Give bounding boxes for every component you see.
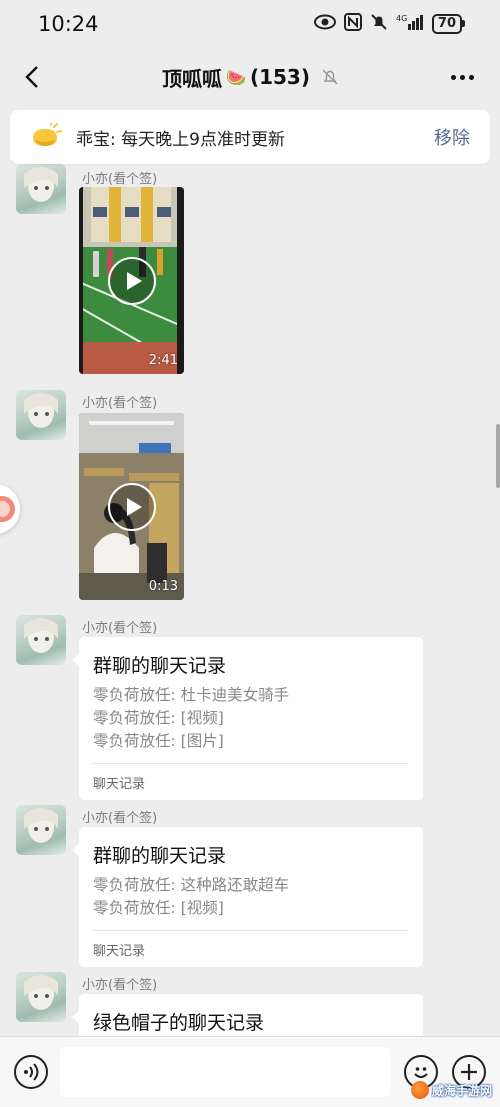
floating-widget[interactable] — [0, 484, 20, 534]
announcement-icon — [33, 123, 62, 146]
watermark-logo-icon — [410, 1081, 429, 1099]
video-duration: 2:41 — [148, 353, 178, 368]
avatar[interactable] — [16, 164, 66, 214]
nfc-icon — [343, 13, 362, 35]
status-icons: 4G 70 — [313, 13, 466, 35]
input-bar: 威海手游网 — [0, 1036, 500, 1107]
record-title: 群聊的聊天记录 — [93, 845, 227, 867]
video-message[interactable]: 2:41 — [79, 187, 184, 374]
network-label: 4G — [396, 14, 407, 23]
member-count: (153) — [249, 65, 310, 89]
battery-indicator: 70 — [431, 14, 466, 34]
record-line: 零负荷放任: [视频] — [93, 899, 224, 917]
video-message[interactable]: 0:13 — [79, 413, 184, 600]
chat-title: 顶呱呱 🍉 (153) — [162, 63, 338, 92]
sender-name: 小亦(看个签) — [82, 978, 158, 993]
more-dot-icon — [450, 74, 456, 80]
watermark: 威海手游网 — [410, 1081, 492, 1099]
record-title: 群聊的聊天记录 — [93, 655, 227, 677]
record-line: 零负荷放任: 这种路还敢超车 — [93, 876, 290, 894]
record-footer: 聊天记录 — [93, 763, 409, 800]
avatar[interactable] — [16, 805, 66, 855]
sender-name: 小亦(看个签) — [82, 172, 158, 187]
plus-icon — [461, 1064, 477, 1080]
chat-record-card[interactable]: 群聊的聊天记录 零负荷放任: 这种路还敢超车 零负荷放任: [视频] 聊天记录 — [72, 827, 423, 967]
play-icon — [108, 257, 156, 305]
status-bar: 10:24 4G 70 — [0, 0, 500, 48]
video-duration: 0:13 — [148, 579, 178, 594]
eye-icon — [313, 14, 336, 34]
record-line: 零负荷放任: 杜卡迪美女骑手 — [93, 686, 290, 704]
sender-name: 小亦(看个签) — [82, 621, 158, 636]
avatar[interactable] — [16, 390, 66, 440]
watermelon-emoji: 🍉 — [226, 67, 246, 87]
avatar[interactable] — [16, 615, 66, 665]
smiley-icon — [414, 1067, 428, 1078]
chat-header: 顶呱呱 🍉 (153) — [0, 50, 500, 104]
record-footer: 聊天记录 — [93, 930, 409, 967]
more-dot-icon — [459, 74, 465, 80]
chat-record-card[interactable]: 群聊的聊天记录 零负荷放任: 杜卡迪美女骑手 零负荷放任: [视频] 零负荷放任… — [72, 637, 423, 800]
record-line: 零负荷放任: [视频] — [93, 709, 224, 727]
mute-bell-icon — [370, 13, 388, 35]
group-name: 顶呱呱 — [162, 66, 223, 91]
voice-icon — [24, 1063, 39, 1081]
more-options-button[interactable] — [444, 62, 480, 92]
message-input[interactable] — [60, 1047, 390, 1097]
notice-text: 乖宝: 每天晚上9点准时更新 — [76, 129, 285, 150]
pinned-notice[interactable]: 乖宝: 每天晚上9点准时更新 移除 — [10, 110, 490, 164]
signal-icon: 4G — [396, 13, 424, 35]
remove-notice-button[interactable]: 移除 — [434, 124, 470, 150]
play-icon — [108, 483, 156, 531]
sender-name: 小亦(看个签) — [82, 396, 158, 411]
voice-input-button[interactable] — [14, 1055, 48, 1089]
more-dot-icon — [468, 74, 474, 80]
sender-name: 小亦(看个签) — [82, 811, 158, 826]
scrollbar[interactable] — [496, 424, 500, 488]
floating-avatar-icon — [0, 496, 15, 522]
mute-icon — [322, 69, 338, 85]
back-button[interactable] — [14, 58, 50, 96]
record-title: 绿色帽子的聊天记录 — [93, 1012, 265, 1034]
back-arrow-icon — [25, 66, 38, 88]
status-time: 10:24 — [38, 12, 99, 36]
record-line: 零负荷放任: [图片] — [93, 732, 224, 750]
watermark-text: 威海手游网 — [431, 1083, 492, 1098]
avatar[interactable] — [16, 972, 66, 1022]
